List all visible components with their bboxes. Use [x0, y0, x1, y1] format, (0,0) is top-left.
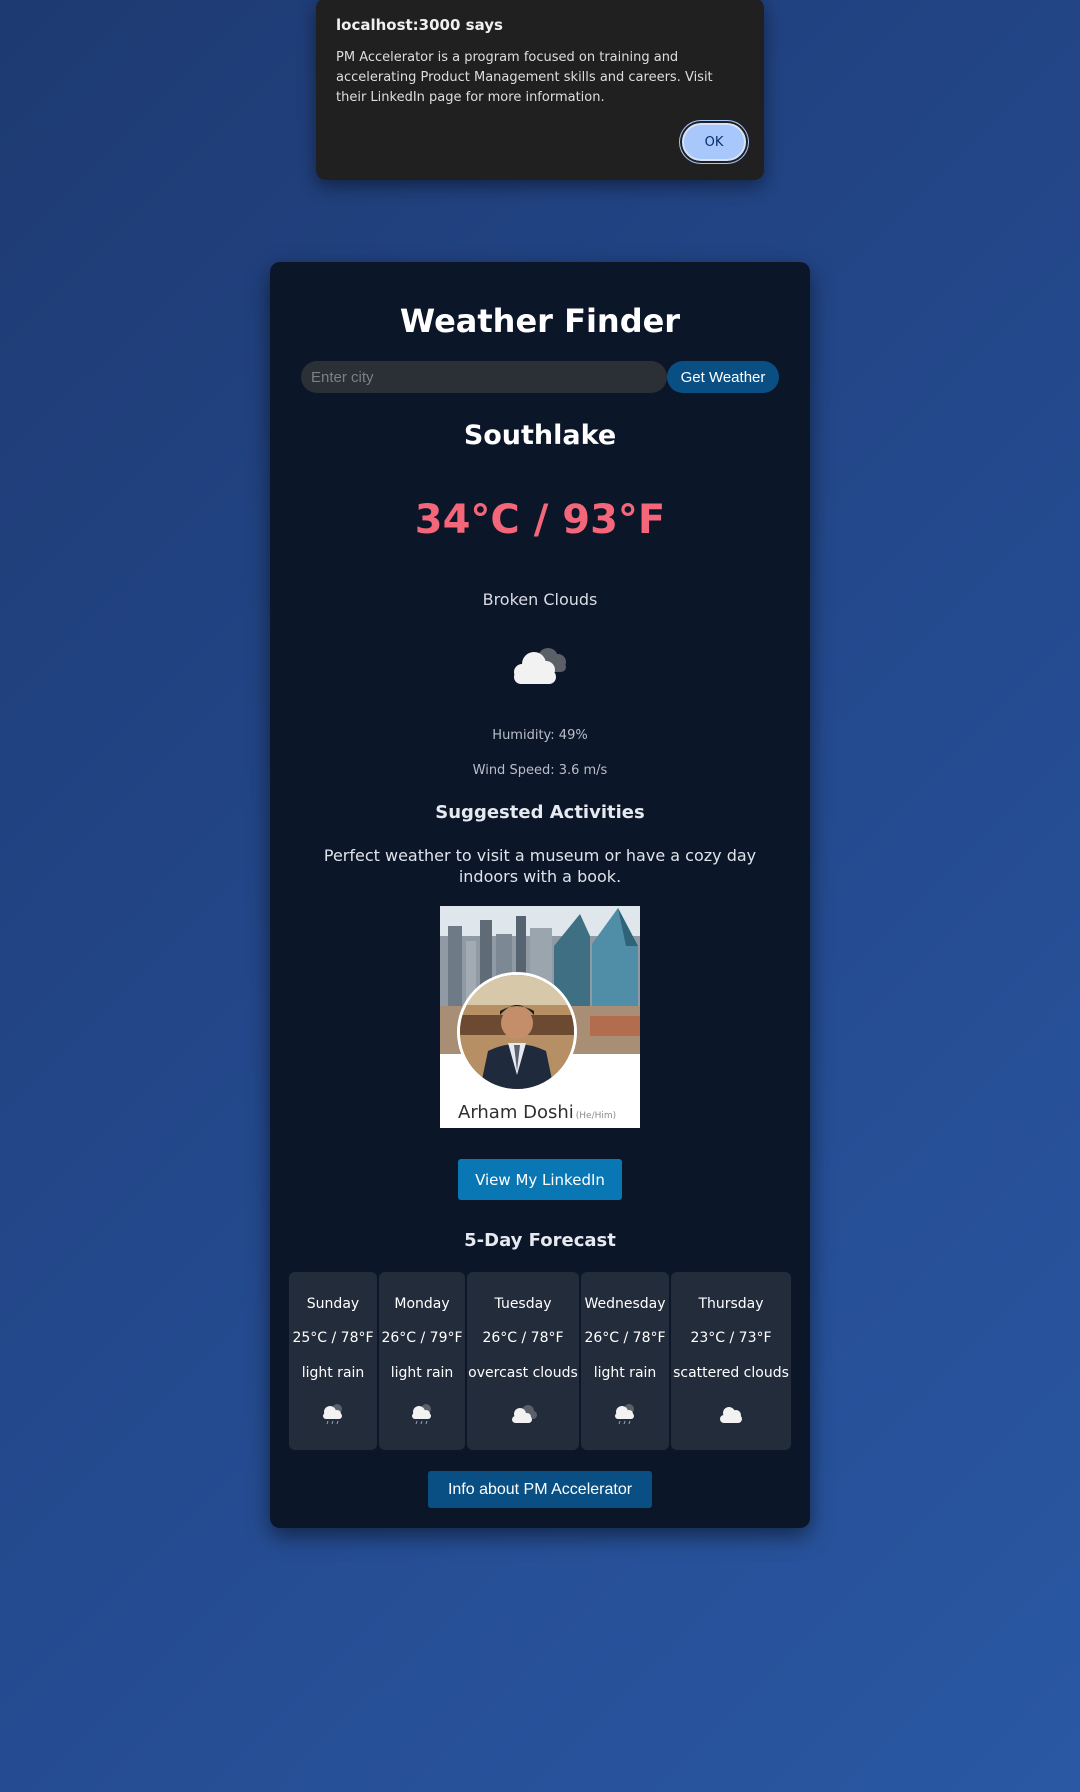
forecast-title: 5-Day Forecast — [464, 1230, 616, 1251]
forecast-day-name: Tuesday — [494, 1296, 552, 1312]
forecast-day-card: Tuesday 26°C / 78°F overcast clouds — [467, 1272, 579, 1450]
wind-speed-text: Wind Speed: 3.6 m/s — [472, 763, 608, 778]
forecast-day-desc: light rain — [301, 1365, 365, 1381]
forecast-day-temp: 25°C / 78°F — [292, 1330, 374, 1346]
forecast-day-name: Thursday — [698, 1296, 764, 1312]
forecast-day-temp: 26°C / 78°F — [482, 1330, 564, 1346]
forecast-day-card: Thursday 23°C / 73°F scattered clouds — [671, 1272, 791, 1450]
view-linkedin-button[interactable]: View My LinkedIn — [458, 1159, 622, 1200]
app-title: Weather Finder — [399, 302, 681, 340]
humidity-text: Humidity: 49% — [492, 728, 588, 743]
alert-title: localhost:3000 says — [336, 16, 503, 34]
forecast-row: Sunday 25°C / 78°F light rain Monday 26°… — [289, 1272, 791, 1450]
light-rain-icon — [615, 1404, 634, 1425]
city-name: Southlake — [463, 420, 617, 451]
activities-title: Suggested Activities — [435, 802, 645, 823]
forecast-day-name: Monday — [394, 1296, 450, 1312]
forecast-day-temp: 26°C / 79°F — [381, 1330, 463, 1346]
profile-image: Arham Doshi (He/Him) — [440, 906, 640, 1128]
avatar — [457, 972, 577, 1092]
forecast-day-temp: 23°C / 73°F — [690, 1330, 772, 1346]
forecast-day-name: Sunday — [306, 1296, 360, 1312]
pm-accelerator-info-button[interactable]: Info about PM Accelerator — [428, 1471, 652, 1508]
profile-name-line: Arham Doshi (He/Him) — [458, 1102, 616, 1123]
forecast-day-temp: 26°C / 78°F — [584, 1330, 666, 1346]
forecast-day-desc: light rain — [593, 1365, 657, 1381]
forecast-day-card: Wednesday 26°C / 78°F light rain — [581, 1272, 669, 1450]
profile-name: Arham Doshi — [458, 1102, 574, 1123]
light-rain-icon — [412, 1404, 431, 1425]
weather-description: Broken Clouds — [482, 590, 598, 609]
overcast-clouds-icon — [512, 1405, 537, 1423]
forecast-day-desc: overcast clouds — [468, 1365, 578, 1381]
forecast-day-card: Sunday 25°C / 78°F light rain — [289, 1272, 377, 1450]
forecast-day-desc: scattered clouds — [673, 1365, 789, 1381]
light-rain-icon — [323, 1404, 342, 1425]
weather-card: Weather Finder Get Weather Southlake 34°… — [270, 262, 810, 1528]
alert-ok-button[interactable]: OK — [682, 123, 746, 161]
city-search-input[interactable] — [301, 361, 667, 393]
person-photo — [460, 975, 574, 1089]
forecast-day-desc: light rain — [390, 1365, 454, 1381]
activities-text: Perfect weather to visit a museum or hav… — [323, 846, 757, 886]
current-temperature: 34°C / 93°F — [414, 497, 666, 543]
broken-clouds-icon — [514, 648, 566, 684]
alert-dialog: localhost:3000 says PM Accelerator is a … — [316, 0, 764, 180]
alert-message: PM Accelerator is a program focused on t… — [336, 50, 713, 105]
profile-pronouns: (He/Him) — [575, 1111, 617, 1121]
get-weather-button[interactable]: Get Weather — [667, 361, 779, 393]
scattered-clouds-icon — [720, 1407, 742, 1423]
forecast-day-name: Wednesday — [584, 1296, 666, 1312]
forecast-day-card: Monday 26°C / 79°F light rain — [379, 1272, 465, 1450]
